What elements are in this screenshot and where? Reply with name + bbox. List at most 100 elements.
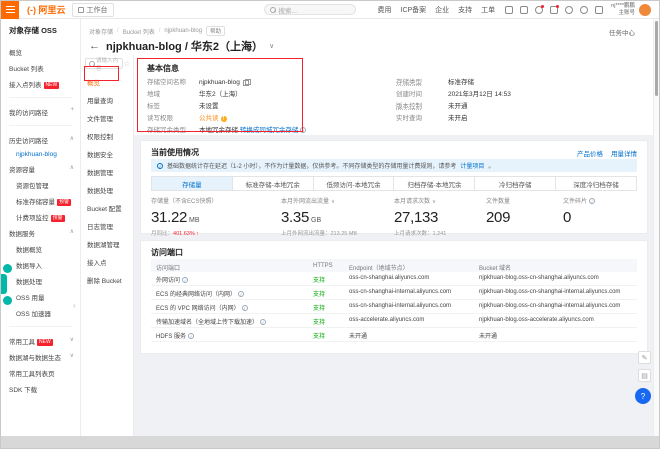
product-price-link[interactable]: 产品价格 — [577, 148, 603, 158]
language-icon[interactable] — [595, 6, 603, 14]
bell-icon[interactable] — [535, 6, 543, 14]
sidebar-item-resource-packages[interactable]: 资源包管理 — [9, 177, 80, 193]
basic-info-title: 基本信息 — [147, 63, 179, 74]
chevron-down-icon[interactable]: ∨ — [331, 199, 335, 205]
usage-details-link[interactable]: 用量详情 — [611, 148, 637, 158]
bucket-menu-overview[interactable]: 概览 — [81, 73, 133, 91]
bucket-menu-search-input[interactable]: 请输入内容 — [85, 58, 123, 69]
help-chip[interactable]: 帮助 — [206, 26, 225, 36]
sidebar-item-standard-capacity[interactable]: 标准存储容量预警 — [9, 193, 80, 209]
bucket-menu-delete-bucket[interactable]: 删除 Bucket — [81, 271, 133, 289]
sidebar-title: 对象存储 OSS — [9, 25, 80, 36]
global-search-input[interactable]: 搜索... — [264, 4, 356, 15]
bucket-menu-log-management[interactable]: 日志管理 — [81, 217, 133, 235]
sidebar-item-overview[interactable]: 概览 — [9, 44, 80, 60]
bucket-menu-bucket-config[interactable]: Bucket 配置 — [81, 199, 133, 217]
bucket-menu-data-security[interactable]: 数据安全 — [81, 145, 133, 163]
fullscreen-icon[interactable] — [520, 6, 528, 14]
contact-tab[interactable] — [1, 274, 7, 294]
sidebar-item-data-processing[interactable]: 数据处理 — [9, 273, 80, 289]
sidebar-group-resource-capacity[interactable]: 资源容量∧ — [9, 161, 80, 177]
stat-requests: 本月请求次数∨ 27,133 上月请求次数：1,241 — [394, 196, 446, 237]
endpoint-value: oss-accelerate.aliyuncs.com — [349, 317, 424, 323]
sidebar-item-my-paths[interactable]: 我的访问路径+ — [9, 104, 80, 120]
tab-standard-lrs[interactable]: 标准存储-本地冗余 — [233, 177, 314, 190]
versioning-value: 未开通 — [448, 103, 468, 110]
sidebar-item-oss-usage[interactable]: OSS 用量 — [9, 289, 80, 305]
info-icon[interactable]: i — [260, 319, 266, 325]
info-icon[interactable]: i — [188, 333, 194, 339]
sidebar-item-oss-accelerator[interactable]: OSS 加速器 — [9, 305, 80, 321]
bucket-menu-access-point[interactable]: 接入点 — [81, 253, 133, 271]
sidebar-item-access-points[interactable]: 接入点列表NEW — [9, 76, 80, 92]
breadcrumb-oss[interactable]: 对象存储 — [89, 27, 113, 36]
menu-ticket[interactable]: 工单 — [481, 5, 495, 15]
sidebar-group-data-services[interactable]: 数据服务∧ — [9, 225, 80, 241]
survey-button[interactable]: ▤ — [638, 369, 651, 382]
menu-icp[interactable]: ICP备案 — [401, 5, 427, 15]
sidebar-group-history-paths[interactable]: 历史访问路径∧ — [9, 132, 80, 148]
tab-archive-lrs[interactable]: 归档存储-本地冗余 — [394, 177, 475, 190]
chevron-down-icon[interactable]: ∨ — [432, 199, 436, 205]
sidebar-item-data-import[interactable]: 数据导入 — [9, 257, 80, 273]
tab-cold-archive[interactable]: 冷归档存储 — [475, 177, 556, 190]
tab-deep-cold-archive[interactable]: 深度冷归档存储 — [556, 177, 636, 190]
bucket-menu-data-lake[interactable]: 数据湖管理 — [81, 235, 133, 253]
tab-ia-lrs[interactable]: 低频访问-本地冗余 — [314, 177, 395, 190]
service-bubble-icon[interactable] — [3, 296, 12, 305]
hamburger-menu-icon[interactable] — [1, 1, 19, 19]
bucket-menu-usage-query[interactable]: 用量查询 — [81, 91, 133, 109]
table-row: ECS 的 VPC 网络访问（内网）i 支持 oss-cn-shanghai-i… — [151, 300, 637, 314]
chat-bubble-icon[interactable] — [3, 264, 12, 273]
sidebar-item-sdk-download[interactable]: SDK 下载 — [9, 381, 80, 397]
doc-icon[interactable] — [505, 6, 513, 14]
bucket-menu-file-management[interactable]: 文件管理 — [81, 109, 133, 127]
feedback-button[interactable]: ✎ — [638, 351, 651, 364]
bulb-icon[interactable] — [565, 6, 573, 14]
cart-icon[interactable] — [550, 6, 558, 14]
menu-enterprise[interactable]: 企业 — [435, 5, 449, 15]
copy-icon[interactable] — [243, 79, 249, 85]
topbar-menu: 费用 ICP备案 企业 支持 工单 — [378, 5, 496, 15]
usage-tabs: 存储量 标准存储-本地冗余 低频访问-本地冗余 归档存储-本地冗余 冷归档存储 … — [151, 176, 637, 191]
title-dropdown-icon[interactable]: ∨ — [269, 42, 274, 50]
back-arrow-icon[interactable]: ← — [89, 41, 100, 52]
sidebar-item-data-overview[interactable]: 数据概览 — [9, 241, 80, 257]
bucket-menu-data-management[interactable]: 数据管理 — [81, 163, 133, 181]
sidebar-group-data-lake[interactable]: 数据湖与数据生态∨ — [9, 349, 80, 365]
info-icon[interactable]: i — [238, 291, 244, 297]
sidebar-item-tools-list[interactable]: 常用工具列表页 — [9, 365, 80, 381]
info-icon[interactable]: i — [242, 305, 248, 311]
help-icon[interactable] — [580, 6, 588, 14]
vertical-scrollbar[interactable] — [653, 19, 659, 436]
info-icon[interactable]: i — [182, 277, 188, 283]
menu-billing[interactable]: 费用 — [378, 5, 392, 15]
assistant-button[interactable]: ? — [635, 388, 651, 404]
sidebar-collapse-icon[interactable]: ‹ — [73, 301, 76, 310]
info-icon[interactable]: i — [589, 198, 595, 204]
info-icon[interactable]: i — [300, 127, 306, 133]
field-label: 存储空间名称 — [147, 76, 199, 86]
breadcrumb-bucket-list[interactable]: Bucket 列表 — [123, 27, 155, 36]
notification-dot — [541, 5, 544, 8]
convert-redundancy-link[interactable]: 转换成同城冗余存储 — [240, 127, 299, 134]
favorite-star-icon[interactable]: ☆ — [124, 60, 130, 68]
bucket-menu-permission[interactable]: 权限控制 — [81, 127, 133, 145]
tab-storage[interactable]: 存储量 — [152, 177, 233, 190]
workbench-button[interactable]: 工作台 — [72, 3, 114, 17]
sidebar-group-common-tools[interactable]: 常用工具NEW∨ — [9, 333, 80, 349]
bucket-domain-value: njpkhuan-blog.oss-accelerate.aliyuncs.co… — [479, 317, 594, 323]
field-label: 标签 — [147, 100, 199, 110]
sidebar-item-billing-monitor[interactable]: 计费项监控预警 — [9, 209, 80, 225]
sidebar-item-bucket-list[interactable]: Bucket 列表 — [9, 60, 80, 76]
scrollbar-thumb[interactable] — [655, 21, 658, 96]
metering-items-link[interactable]: 计量项目 — [460, 161, 484, 170]
breadcrumb-bucket[interactable]: njpkhuan-blog — [164, 28, 202, 34]
sidebar-item-njpkhuan-blog[interactable]: njpkhuan-blog — [9, 148, 80, 161]
bucket-menu-data-processing[interactable]: 数据处理 — [81, 181, 133, 199]
search-icon — [270, 7, 276, 13]
user-menu[interactable]: nj****鹏鹏 主账号 — [611, 3, 635, 16]
task-center-link[interactable]: 任务中心 — [609, 27, 635, 37]
menu-support[interactable]: 支持 — [458, 5, 472, 15]
avatar[interactable] — [639, 4, 651, 16]
